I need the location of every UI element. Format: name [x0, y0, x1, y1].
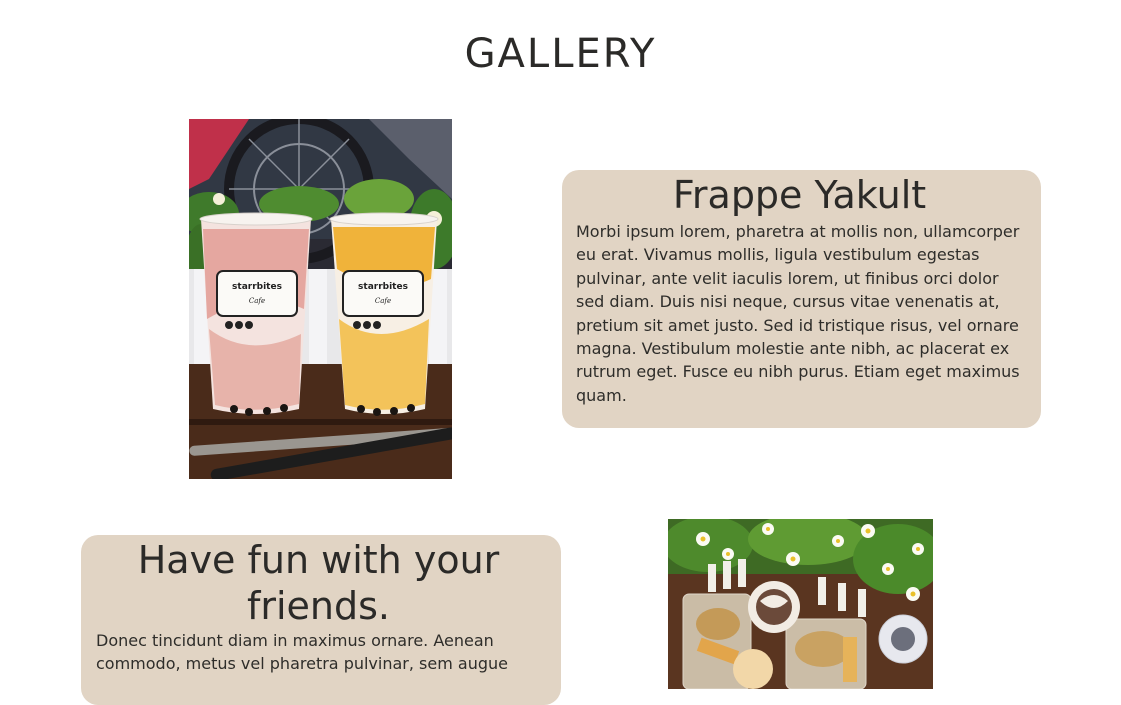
svg-text:Cafe: Cafe — [249, 297, 265, 305]
card-description: Donec tincidunt diam in maximus ornare. … — [96, 631, 508, 674]
gallery-card-frappe-yakult: Frappe Yakult Morbi ipsum lorem, pharetr… — [562, 170, 1041, 428]
page-title: GALLERY — [464, 30, 657, 77]
friends-food-photo — [668, 519, 933, 689]
card-title: Have fun with your friends. — [137, 538, 500, 628]
card-description: Morbi ipsum lorem, pharetra at mollis no… — [576, 222, 1020, 405]
svg-text:Cafe: Cafe — [375, 297, 391, 305]
card-title: Frappe Yakult — [672, 173, 927, 217]
svg-text:starrbites: starrbites — [232, 282, 282, 292]
frappe-yakult-photo: starrbites Cafe starrbites Cafe — [189, 119, 452, 479]
svg-text:starrbites: starrbites — [358, 282, 408, 292]
